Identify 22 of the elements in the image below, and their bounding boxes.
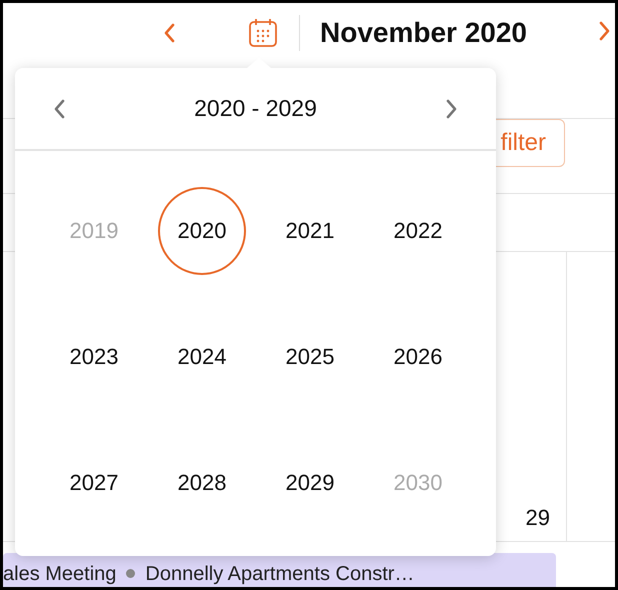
previous-button[interactable]	[53, 96, 67, 120]
month-title: November 2020	[320, 17, 528, 49]
year-option[interactable]: 2022	[374, 187, 462, 275]
year-option[interactable]: 2020	[158, 187, 246, 275]
year-option[interactable]: 2028	[158, 439, 246, 527]
year-option[interactable]: 2021	[266, 187, 354, 275]
next-month-button[interactable]	[597, 18, 611, 42]
year-option[interactable]: 2023	[50, 313, 138, 401]
year-option[interactable]: 2027	[50, 439, 138, 527]
year-option[interactable]: 2029	[266, 439, 354, 527]
previous-month-button[interactable]	[163, 21, 177, 45]
calendar-icon[interactable]	[247, 17, 279, 49]
year-option[interactable]: 2025	[266, 313, 354, 401]
separator-dot	[126, 569, 136, 578]
event-title: Donnelly Apartments Constr…	[145, 562, 414, 586]
event-title: ales Meeting	[3, 562, 116, 586]
year-option[interactable]: 2026	[374, 313, 462, 401]
next-button[interactable]	[444, 96, 458, 120]
decade-range: 2020 - 2029	[194, 95, 317, 122]
day-number: 29	[526, 505, 550, 531]
year-option[interactable]: 2024	[158, 313, 246, 401]
event-bar[interactable]: ales Meeting Donnelly Apartments Constr…	[3, 553, 556, 587]
